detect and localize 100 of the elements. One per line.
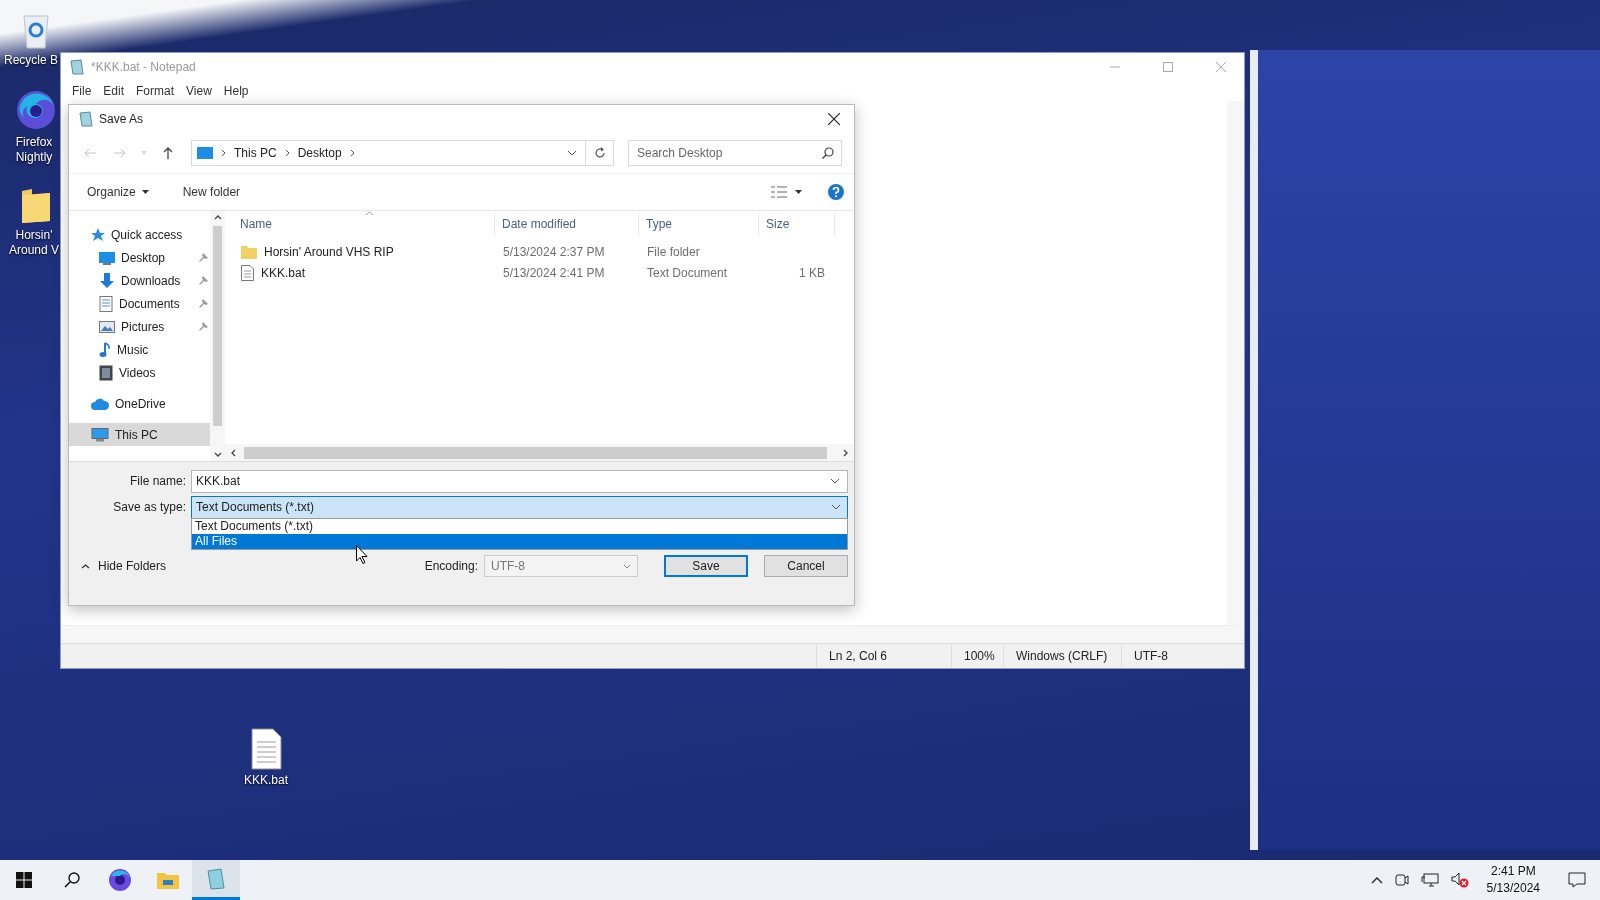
field-label: Encoding: <box>424 559 478 573</box>
column-header[interactable]: Date modified <box>495 213 639 235</box>
chevron-right-icon <box>221 149 226 157</box>
cancel-button[interactable]: Cancel <box>764 555 848 577</box>
cloud-icon <box>91 397 109 410</box>
firefox-icon <box>14 88 58 132</box>
file-name[interactable]: Horsin' Around VHS RIP <box>264 244 394 259</box>
desktop-icon-label[interactable]: Firefox Nightly <box>4 135 64 165</box>
film-icon <box>99 364 113 381</box>
picture-icon <box>99 319 115 334</box>
save-button[interactable]: Save <box>664 555 748 577</box>
menu-item[interactable]: File <box>66 84 98 98</box>
caret-icon[interactable] <box>795 190 802 194</box>
refresh-button[interactable] <box>586 140 614 166</box>
address-bar[interactable]: This PC Desktop <box>191 140 586 166</box>
help-icon[interactable] <box>828 184 844 200</box>
chevron-down-icon <box>623 563 631 569</box>
menu-item[interactable]: Edit <box>97 84 131 98</box>
firefox-icon <box>108 868 132 892</box>
menu-item[interactable]: Help <box>217 84 255 98</box>
nav-item[interactable]: Videos <box>69 361 210 384</box>
chevron-right-icon <box>843 448 848 457</box>
organize-button[interactable]: Organize <box>81 181 155 203</box>
windows-logo-icon <box>16 872 32 888</box>
nav-item[interactable]: This PC <box>69 423 210 446</box>
column-header[interactable]: Size <box>759 213 835 235</box>
close-icon <box>828 113 840 125</box>
new-folder-button[interactable]: New folder <box>176 181 247 203</box>
nav-item[interactable]: Desktop <box>69 246 210 269</box>
field-label: File name: <box>128 474 187 488</box>
taskbar-clock[interactable]: 2:41 PM 5/13/2024 <box>1486 863 1540 897</box>
desktop-icon-label[interactable]: Recycle B <box>4 53 59 68</box>
search-field[interactable]: Search Desktop <box>628 140 842 166</box>
text-file-icon <box>241 264 254 281</box>
search-icon <box>822 147 834 159</box>
hide-folders-button[interactable]: Hide Folders <box>81 559 167 573</box>
nav-item[interactable]: Pictures <box>69 315 210 338</box>
folder-icon <box>241 244 257 259</box>
document-icon <box>99 295 113 312</box>
menu-item[interactable]: View <box>180 84 218 98</box>
dropdown-option[interactable]: Text Documents (*.txt) <box>192 519 847 534</box>
type-cell-text: File folder <box>646 244 701 259</box>
column-header[interactable]: Name <box>233 213 495 235</box>
desktop-icon-label[interactable]: Horsin' Around V <box>4 228 64 258</box>
type-cell-text: Text Document <box>646 265 729 280</box>
file-type-dropdown[interactable]: Text Documents (*.txt) <box>191 495 848 519</box>
horizontal-scrollbar[interactable] <box>225 444 854 461</box>
column-header[interactable]: Type <box>639 213 759 235</box>
sort-chevron-icon <box>365 211 374 216</box>
notification-icon[interactable] <box>1568 872 1586 888</box>
view-options-icon[interactable] <box>771 186 787 198</box>
chevron-up-icon <box>213 215 222 220</box>
file-name-field[interactable]: KKK.bat <box>191 469 848 493</box>
caret-icon <box>141 190 149 194</box>
search-icon <box>64 872 80 888</box>
status-bar-item: 100% <box>951 645 1003 667</box>
window-title: *KKK.bat - Notepad <box>91 60 196 74</box>
breadcrumb-item[interactable]: This PC <box>234 146 277 160</box>
chevron-left-icon <box>231 448 236 457</box>
caret-icon <box>141 151 147 155</box>
chevron-down-icon <box>831 504 841 510</box>
speaker-icon[interactable] <box>1450 872 1469 888</box>
chevron-right-icon <box>284 149 290 157</box>
status-bar-item: Windows (CRLF) <box>1003 645 1121 667</box>
breadcrumb-item[interactable]: Desktop <box>297 146 342 160</box>
monitor-icon <box>99 250 115 265</box>
dialog-title: Save As <box>99 112 144 126</box>
chevron-right-icon <box>349 149 355 157</box>
nav-item[interactable]: Music <box>69 338 210 361</box>
notepad-icon <box>206 867 226 890</box>
back-arrow-icon <box>84 148 96 158</box>
nav-item[interactable]: Documents <box>69 292 210 315</box>
star-icon <box>91 227 105 242</box>
dropdown-option[interactable]: All Files <box>192 534 847 549</box>
chevron-down-icon[interactable] <box>567 150 577 156</box>
size-cell-text: 1 KB <box>798 265 826 280</box>
text-file-icon <box>249 728 283 770</box>
horizontal-scrollbar[interactable] <box>61 625 1244 643</box>
computer-icon <box>197 147 213 159</box>
maximize-icon <box>1163 62 1173 72</box>
date-modified-cell-text: 5/13/2024 2:41 PM <box>502 265 606 280</box>
download-arrow-icon <box>99 272 115 289</box>
menu-item[interactable]: Format <box>130 84 181 98</box>
folder-icon <box>157 871 179 889</box>
up-arrow-icon <box>163 147 173 159</box>
encoding-dropdown[interactable]: UTF-8 <box>484 555 638 577</box>
vertical-scrollbar[interactable] <box>210 211 225 461</box>
status-bar-item: UTF-8 <box>1121 645 1234 667</box>
nav-item[interactable]: Downloads <box>69 269 210 292</box>
desktop-icon-label[interactable]: KKK.bat <box>244 773 288 788</box>
chevron-down-icon <box>213 452 222 457</box>
chevron-up-icon[interactable] <box>1370 876 1383 884</box>
nav-item[interactable]: Quick access <box>69 223 210 246</box>
status-bar-item: Ln 2, Col 6 <box>816 645 951 667</box>
computer-icon <box>91 427 109 442</box>
file-name[interactable]: KKK.bat <box>261 265 306 280</box>
nav-item[interactable]: OneDrive <box>69 392 210 415</box>
vertical-scrollbar[interactable] <box>1227 101 1244 625</box>
video-camera-icon[interactable] <box>1394 873 1409 887</box>
network-icon[interactable] <box>1420 873 1439 887</box>
